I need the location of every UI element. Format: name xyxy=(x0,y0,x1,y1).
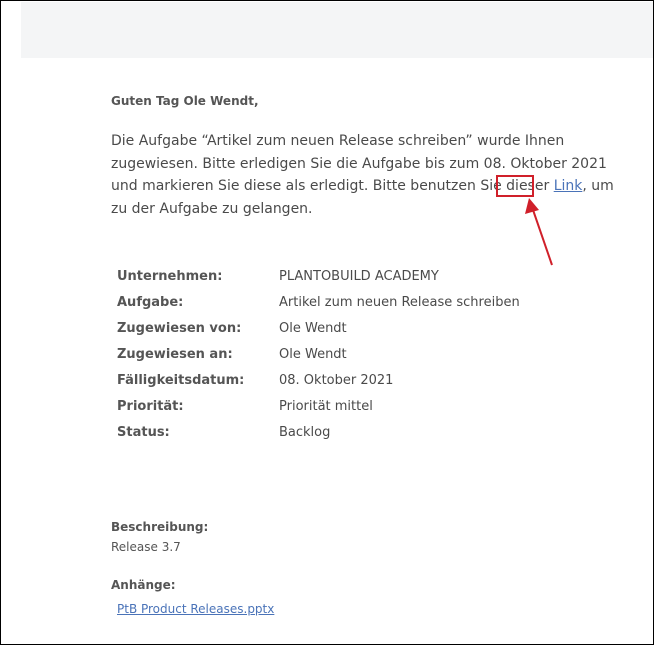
detail-value: 08. Oktober 2021 xyxy=(279,372,394,388)
detail-value: Ole Wendt xyxy=(279,320,347,336)
detail-row-assigned-to: Zugewiesen an: Ole Wendt xyxy=(117,341,520,367)
detail-label: Fälligkeitsdatum: xyxy=(117,372,245,388)
detail-value: Ole Wendt xyxy=(279,346,347,362)
detail-value: Artikel zum neuen Release schreiben xyxy=(279,294,520,310)
detail-label: Unternehmen: xyxy=(117,268,223,284)
detail-value: Backlog xyxy=(279,424,331,440)
intro-text-start: Die Aufgabe “Artikel zum neuen Release s… xyxy=(111,133,607,194)
detail-row-priority: Priorität: Priorität mittel xyxy=(117,393,520,419)
detail-row-assigned-by: Zugewiesen von: Ole Wendt xyxy=(117,315,520,341)
detail-label: Status: xyxy=(117,424,170,440)
greeting: Guten Tag Ole Wendt, xyxy=(111,94,259,108)
task-details-table: Unternehmen: PLANTOBUILD ACADEMY Aufgabe… xyxy=(117,263,520,445)
attachment-link[interactable]: PtB Product Releases.pptx xyxy=(117,602,274,616)
detail-label: Aufgabe: xyxy=(117,294,184,310)
email-frame: Guten Tag Ole Wendt, Die Aufgabe “Artike… xyxy=(0,0,654,645)
description-value: Release 3.7 xyxy=(111,540,181,554)
detail-label: Zugewiesen an: xyxy=(117,346,233,362)
detail-label: Zugewiesen von: xyxy=(117,320,242,336)
detail-value: Priorität mittel xyxy=(279,398,373,414)
task-link[interactable]: Link xyxy=(554,178,583,194)
detail-label: Priorität: xyxy=(117,398,184,414)
description-label: Beschreibung: xyxy=(111,520,209,534)
attachments-label: Anhänge: xyxy=(111,578,176,592)
detail-row-company: Unternehmen: PLANTOBUILD ACADEMY xyxy=(117,263,520,289)
intro-paragraph: Die Aufgabe “Artikel zum neuen Release s… xyxy=(111,130,621,220)
detail-value: PLANTOBUILD ACADEMY xyxy=(279,268,439,284)
detail-row-task: Aufgabe: Artikel zum neuen Release schre… xyxy=(117,289,520,315)
detail-row-due-date: Fälligkeitsdatum: 08. Oktober 2021 xyxy=(117,367,520,393)
email-header-band xyxy=(21,2,653,58)
detail-row-status: Status: Backlog xyxy=(117,419,520,445)
